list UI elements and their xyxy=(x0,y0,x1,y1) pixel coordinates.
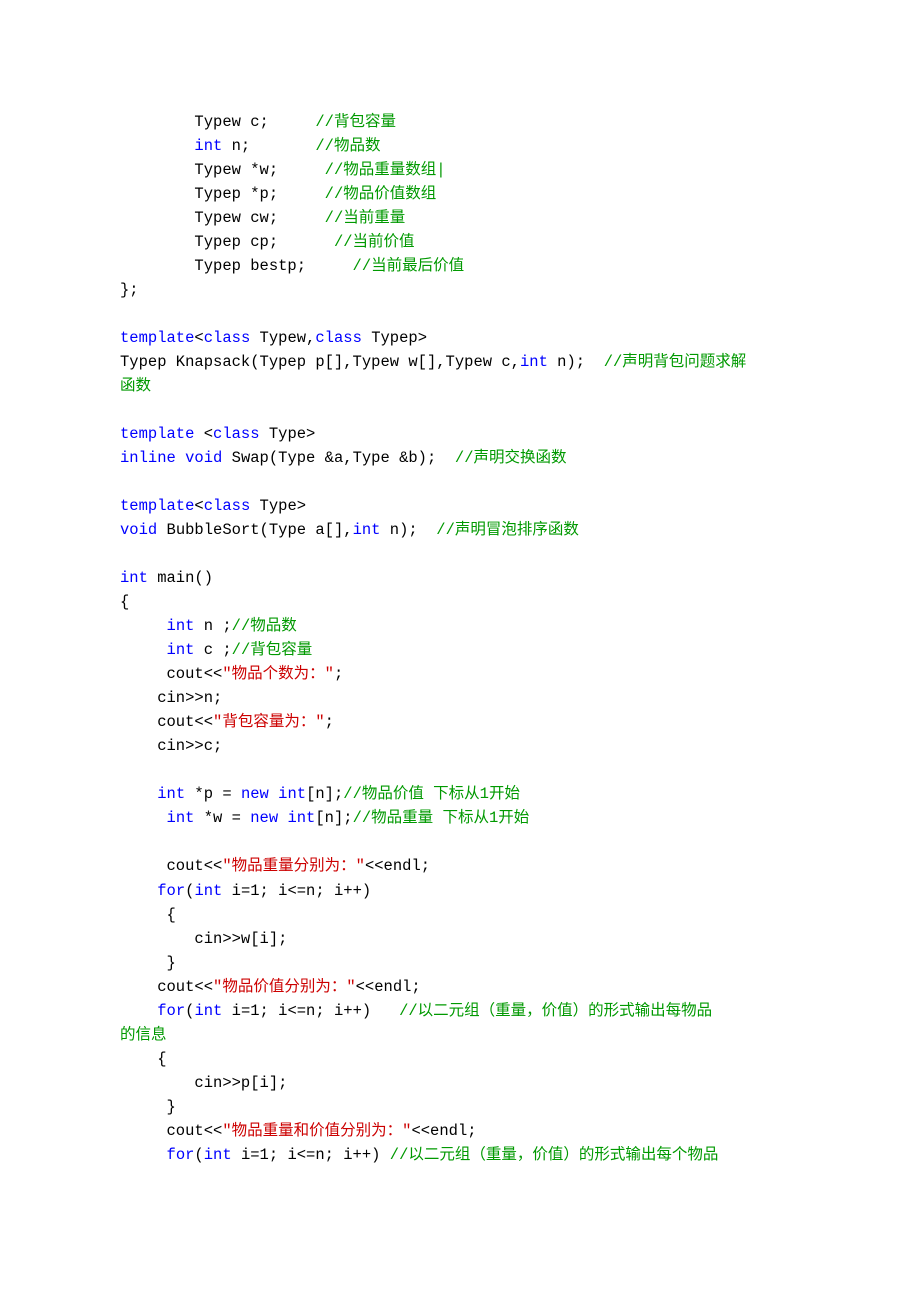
code-token-cm: //物品价值 下标从1开始 xyxy=(343,785,520,803)
code-token-cm: 函数 xyxy=(120,377,151,395)
code-token-kw: class xyxy=(204,497,251,515)
code-token-cm: //背包容量 xyxy=(315,113,396,131)
code-token-kw: int xyxy=(157,785,185,803)
code-token-kw: for xyxy=(157,882,185,900)
code-token-cm: //当前重量 xyxy=(325,209,406,227)
code-token-cm: //物品数 xyxy=(315,137,380,155)
code-token-str: "物品价值分别为：" xyxy=(213,978,356,996)
code-token-kw: new xyxy=(250,809,278,827)
code-token-cm: //以二元组（重量，价值）的形式输出每个物品 xyxy=(390,1146,719,1164)
code-token-kw: for xyxy=(157,1002,185,1020)
code-token-kw: int xyxy=(287,809,315,827)
code-token-kw: for xyxy=(167,1146,195,1164)
code-token-kw: int xyxy=(194,137,222,155)
code-token-cm: //声明交换函数 xyxy=(455,449,567,467)
code-token-cm: //声明背包问题求解 xyxy=(604,353,747,371)
code-token-kw: class xyxy=(204,329,251,347)
code-token-kw: int xyxy=(167,809,195,827)
code-token-kw: inline xyxy=(120,449,176,467)
code-token-kw: template xyxy=(120,425,194,443)
code-token-kw: int xyxy=(194,882,222,900)
code-token-cm: //以二元组（重量，价值）的形式输出每物品 xyxy=(399,1002,712,1020)
code-token-kw: int xyxy=(120,569,148,587)
code-token-kw: class xyxy=(213,425,260,443)
code-token-kw: int xyxy=(167,641,195,659)
code-listing: Typew c; //背包容量 int n; //物品数 Typew *w; /… xyxy=(120,110,800,1167)
code-token-kw: int xyxy=(167,617,195,635)
code-token-cm: 的信息 xyxy=(120,1026,167,1044)
code-token-cm: //物品重量数组| xyxy=(325,161,446,179)
code-token-kw: int xyxy=(353,521,381,539)
code-token-cm: //物品重量 下标从1开始 xyxy=(353,809,530,827)
code-token-cm: //当前最后价值 xyxy=(353,257,465,275)
code-token-str: "物品重量和价值分别为：" xyxy=(222,1122,411,1140)
code-token-kw: class xyxy=(315,329,362,347)
code-token-kw: int xyxy=(278,785,306,803)
code-token-str: "物品个数为：" xyxy=(222,665,334,683)
code-token-kw: int xyxy=(520,353,548,371)
code-token-kw: int xyxy=(194,1002,222,1020)
code-token-cm: //当前价值 xyxy=(334,233,415,251)
code-token-cm: //物品数 xyxy=(232,617,297,635)
code-token-kw: new xyxy=(241,785,269,803)
document-page: Typew c; //背包容量 int n; //物品数 Typew *w; /… xyxy=(0,0,920,1302)
code-token-kw: template xyxy=(120,497,194,515)
code-token-kw: template xyxy=(120,329,194,347)
code-token-kw: void xyxy=(185,449,222,467)
code-token-str: "背包容量为：" xyxy=(213,713,325,731)
code-token-kw: int xyxy=(204,1146,232,1164)
code-token-kw: void xyxy=(120,521,157,539)
code-token-cm: //背包容量 xyxy=(232,641,313,659)
code-token-cm: //物品价值数组 xyxy=(325,185,437,203)
code-token-str: "物品重量分别为：" xyxy=(222,857,365,875)
code-token-cm: //声明冒泡排序函数 xyxy=(436,521,579,539)
